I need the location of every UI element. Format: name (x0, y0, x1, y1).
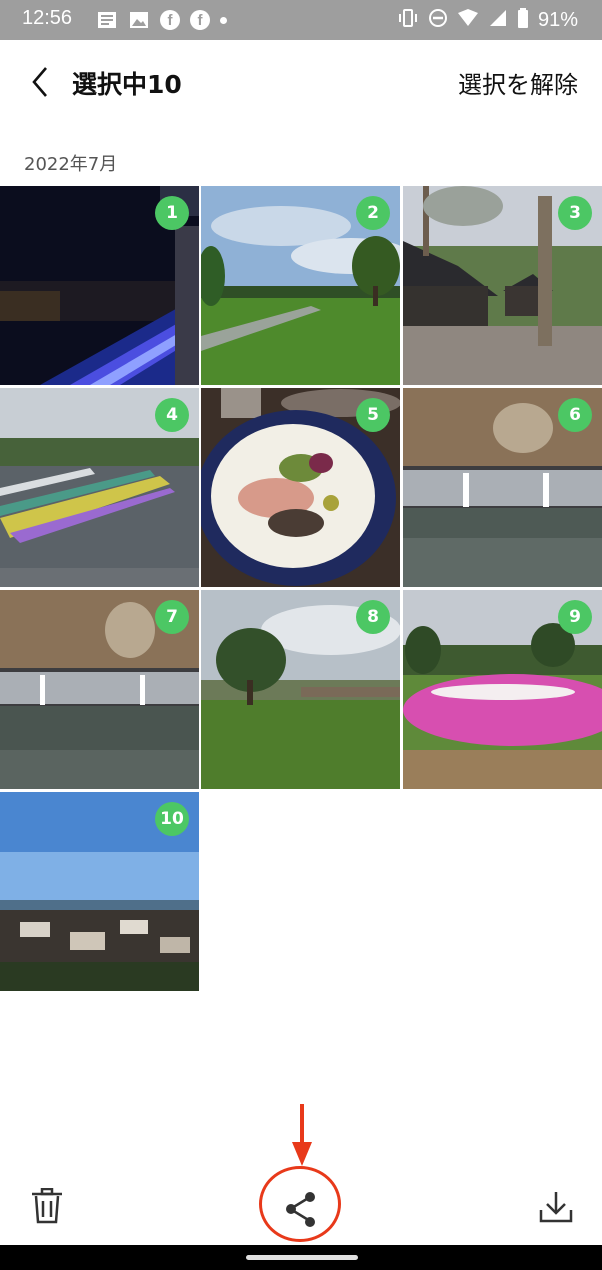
signal-icon (488, 8, 508, 32)
selection-badge: 2 (356, 196, 390, 230)
system-icons: 91% (397, 8, 578, 32)
home-gesture-handle[interactable] (246, 1255, 358, 1260)
notification-icons: f f (96, 9, 227, 31)
photo-thumbnail[interactable]: 8 (201, 590, 400, 789)
photo-thumbnail[interactable]: 4 (0, 388, 199, 587)
app-header: 選択中10 選択を解除 (0, 40, 602, 124)
selection-badge: 6 (558, 398, 592, 432)
download-button[interactable] (538, 1190, 574, 1228)
wifi-icon (457, 8, 479, 32)
news-icon (96, 9, 118, 31)
page-title: 選択中10 (72, 70, 182, 99)
deselect-all-button[interactable]: 選択を解除 (458, 65, 578, 100)
dot-icon (220, 16, 227, 24)
battery-icon (517, 8, 529, 32)
photo-thumbnail[interactable]: 1 (0, 186, 199, 385)
image-icon (128, 9, 150, 31)
selection-badge: 10 (155, 802, 189, 836)
section-date: 2022年7月 (24, 154, 118, 175)
photo-thumbnail[interactable]: 7 (0, 590, 199, 789)
selection-badge: 1 (155, 196, 189, 230)
selection-badge: 4 (155, 398, 189, 432)
back-button[interactable] (24, 62, 60, 102)
chevron-left-icon (32, 67, 47, 97)
download-icon (539, 1192, 573, 1223)
trash-icon (32, 1187, 62, 1224)
facebook-icon: f (160, 10, 180, 30)
status-time: 12:56 (22, 7, 73, 29)
bottom-action-bar (0, 1150, 602, 1245)
selection-badge: 9 (558, 600, 592, 634)
battery-level: 91% (537, 8, 578, 31)
selection-badge: 8 (356, 600, 390, 634)
selection-badge: 7 (155, 600, 189, 634)
facebook-icon: f (190, 10, 210, 30)
delete-button[interactable] (30, 1187, 64, 1228)
vibrate-icon (397, 8, 419, 32)
photo-thumbnail[interactable]: 3 (403, 186, 602, 385)
share-button[interactable] (262, 1170, 340, 1248)
photo-thumbnail[interactable]: 6 (403, 388, 602, 587)
photo-thumbnail[interactable]: 2 (201, 186, 400, 385)
share-icon (286, 1192, 315, 1227)
do-not-disturb-icon (428, 8, 448, 32)
system-nav-bar (0, 1245, 602, 1270)
selection-badge: 3 (558, 196, 592, 230)
selection-badge: 5 (356, 398, 390, 432)
photo-thumbnail[interactable]: 10 (0, 792, 199, 991)
photo-thumbnail[interactable]: 5 (201, 388, 400, 587)
status-bar: 12:56 f f 91% (0, 0, 602, 40)
photo-thumbnail[interactable]: 9 (403, 590, 602, 789)
